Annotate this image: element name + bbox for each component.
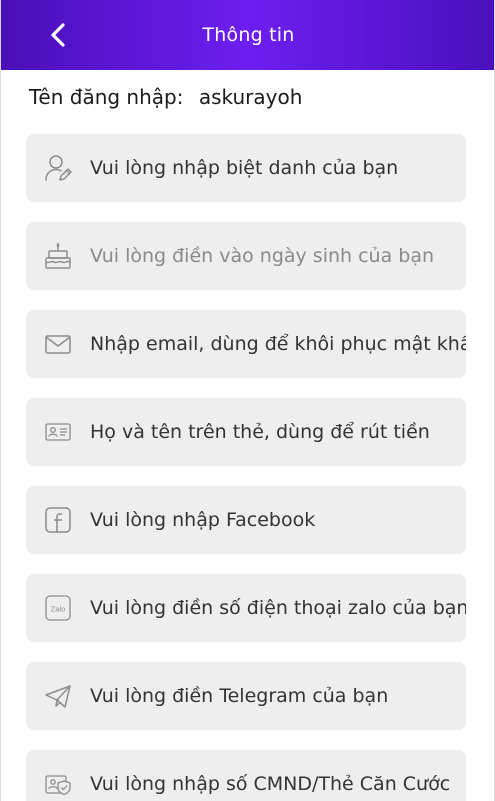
facebook-icon xyxy=(43,505,73,535)
nickname-field[interactable]: Vui lòng nhập biệt danh của bạn xyxy=(26,134,466,202)
username-row: Tên đăng nhập: askurayoh xyxy=(29,85,302,109)
username-label: Tên đăng nhập: xyxy=(29,85,184,109)
app-header: Thông tin xyxy=(1,0,494,70)
facebook-input[interactable]: Vui lòng nhập Facebook xyxy=(90,486,315,554)
zalo-input[interactable]: Vui lòng điền số điện thoại zalo của bạn xyxy=(90,574,466,642)
zalo-field[interactable]: Zalo Vui lòng điền số điện thoại zalo củ… xyxy=(26,574,466,642)
profile-form: Vui lòng nhập biệt danh của bạn Vui lòng… xyxy=(26,134,466,801)
svg-text:Zalo: Zalo xyxy=(51,605,66,614)
zalo-icon: Zalo xyxy=(43,593,73,623)
page-title: Thông tin xyxy=(202,24,295,46)
email-input[interactable]: Nhập email, dùng để khôi phục mật khẩu xyxy=(90,310,466,378)
card-name-input[interactable]: Họ và tên trên thẻ, dùng để rút tiền xyxy=(90,398,430,466)
id-shield-icon xyxy=(43,769,73,799)
id-number-field[interactable]: Vui lòng nhập số CMND/Thẻ Căn Cước xyxy=(26,750,466,801)
telegram-field[interactable]: Vui lòng điền Telegram của bạn xyxy=(26,662,466,730)
user-edit-icon xyxy=(43,153,73,183)
id-number-input[interactable]: Vui lòng nhập số CMND/Thẻ Căn Cước xyxy=(90,750,450,801)
birthday-input[interactable]: Vui lòng điền vào ngày sinh của bạn xyxy=(90,222,434,290)
telegram-input[interactable]: Vui lòng điền Telegram của bạn xyxy=(90,662,388,730)
mail-icon xyxy=(43,329,73,359)
info-page: Thông tin Tên đăng nhập: askurayoh Vui l… xyxy=(0,0,495,801)
username-value: askurayoh xyxy=(198,85,303,109)
birthday-field[interactable]: Vui lòng điền vào ngày sinh của bạn xyxy=(26,222,466,290)
id-card-icon xyxy=(43,417,73,447)
birthday-cake-icon xyxy=(43,241,73,271)
nickname-input[interactable]: Vui lòng nhập biệt danh của bạn xyxy=(90,134,398,202)
chevron-left-icon xyxy=(51,23,65,47)
facebook-field[interactable]: Vui lòng nhập Facebook xyxy=(26,486,466,554)
card-name-field[interactable]: Họ và tên trên thẻ, dùng để rút tiền xyxy=(26,398,466,466)
email-field[interactable]: Nhập email, dùng để khôi phục mật khẩu xyxy=(26,310,466,378)
telegram-icon xyxy=(43,681,73,711)
back-button[interactable] xyxy=(41,17,77,53)
